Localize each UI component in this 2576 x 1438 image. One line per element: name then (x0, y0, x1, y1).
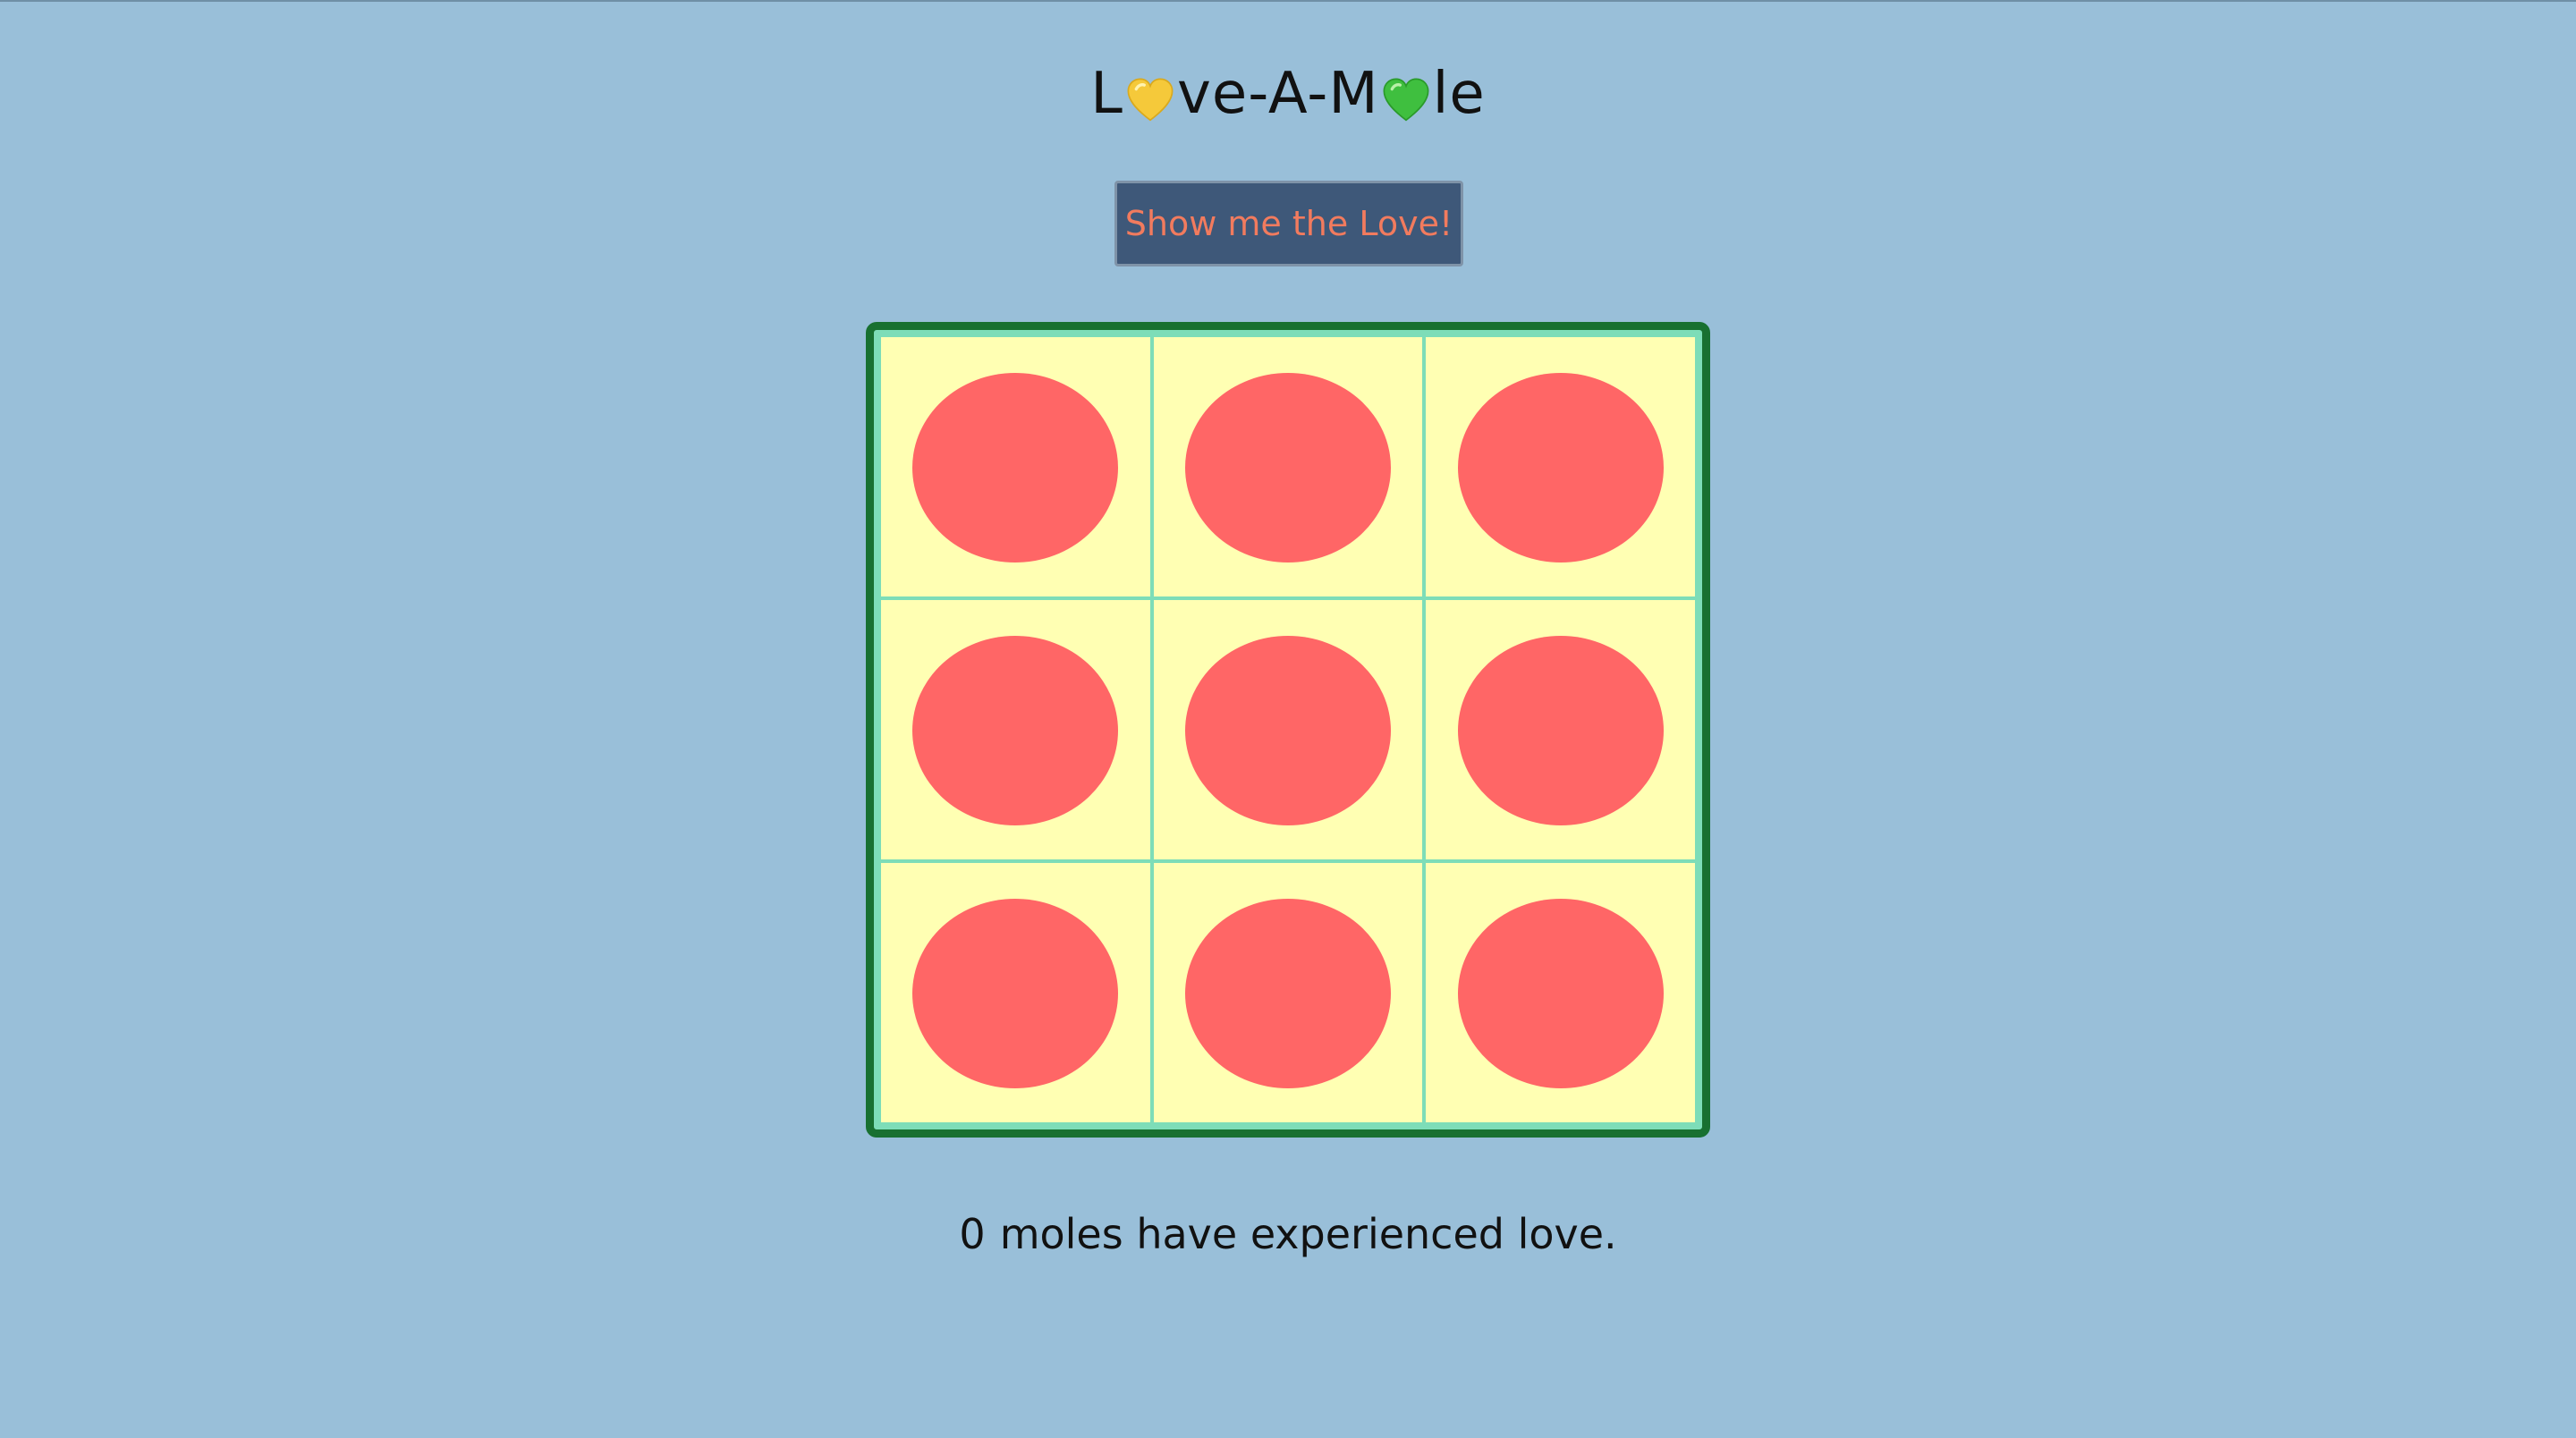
mole-hole[interactable] (1184, 899, 1391, 1088)
board-cell-3[interactable] (1426, 337, 1695, 596)
title-text-l: L (1090, 61, 1123, 127)
mole-hole[interactable] (912, 636, 1119, 825)
board-cell-4[interactable] (881, 600, 1150, 859)
title-text-middle: ve-A-M (1176, 61, 1379, 127)
mole-hole[interactable] (1457, 899, 1664, 1088)
mole-hole[interactable] (912, 373, 1119, 563)
board-cell-6[interactable] (1426, 600, 1695, 859)
yellow-heart-icon (1125, 67, 1175, 122)
love-count: 0 (959, 1210, 986, 1258)
mole-grid (881, 337, 1695, 1122)
mole-hole[interactable] (1184, 636, 1391, 825)
game-board (866, 322, 1710, 1138)
love-counter: 0 moles have experienced love. (0, 1198, 2576, 1270)
board-cell-9[interactable] (1426, 863, 1695, 1122)
green-heart-icon (1381, 67, 1431, 122)
love-counter-text: moles have experienced love. (999, 1210, 1617, 1258)
mole-hole[interactable] (1457, 636, 1664, 825)
board-cell-8[interactable] (1153, 863, 1423, 1122)
show-me-the-love-button[interactable]: Show me the Love! (1114, 181, 1463, 266)
board-cell-1[interactable] (881, 337, 1150, 596)
mole-hole[interactable] (1184, 373, 1391, 563)
board-cell-2[interactable] (1153, 337, 1423, 596)
mole-hole[interactable] (1457, 373, 1664, 563)
board-cell-7[interactable] (881, 863, 1150, 1122)
mole-hole[interactable] (912, 899, 1119, 1088)
title-text-end: le (1432, 61, 1486, 127)
game-title: L ve-A-M le (0, 54, 2576, 134)
board-cell-5[interactable] (1153, 600, 1423, 859)
